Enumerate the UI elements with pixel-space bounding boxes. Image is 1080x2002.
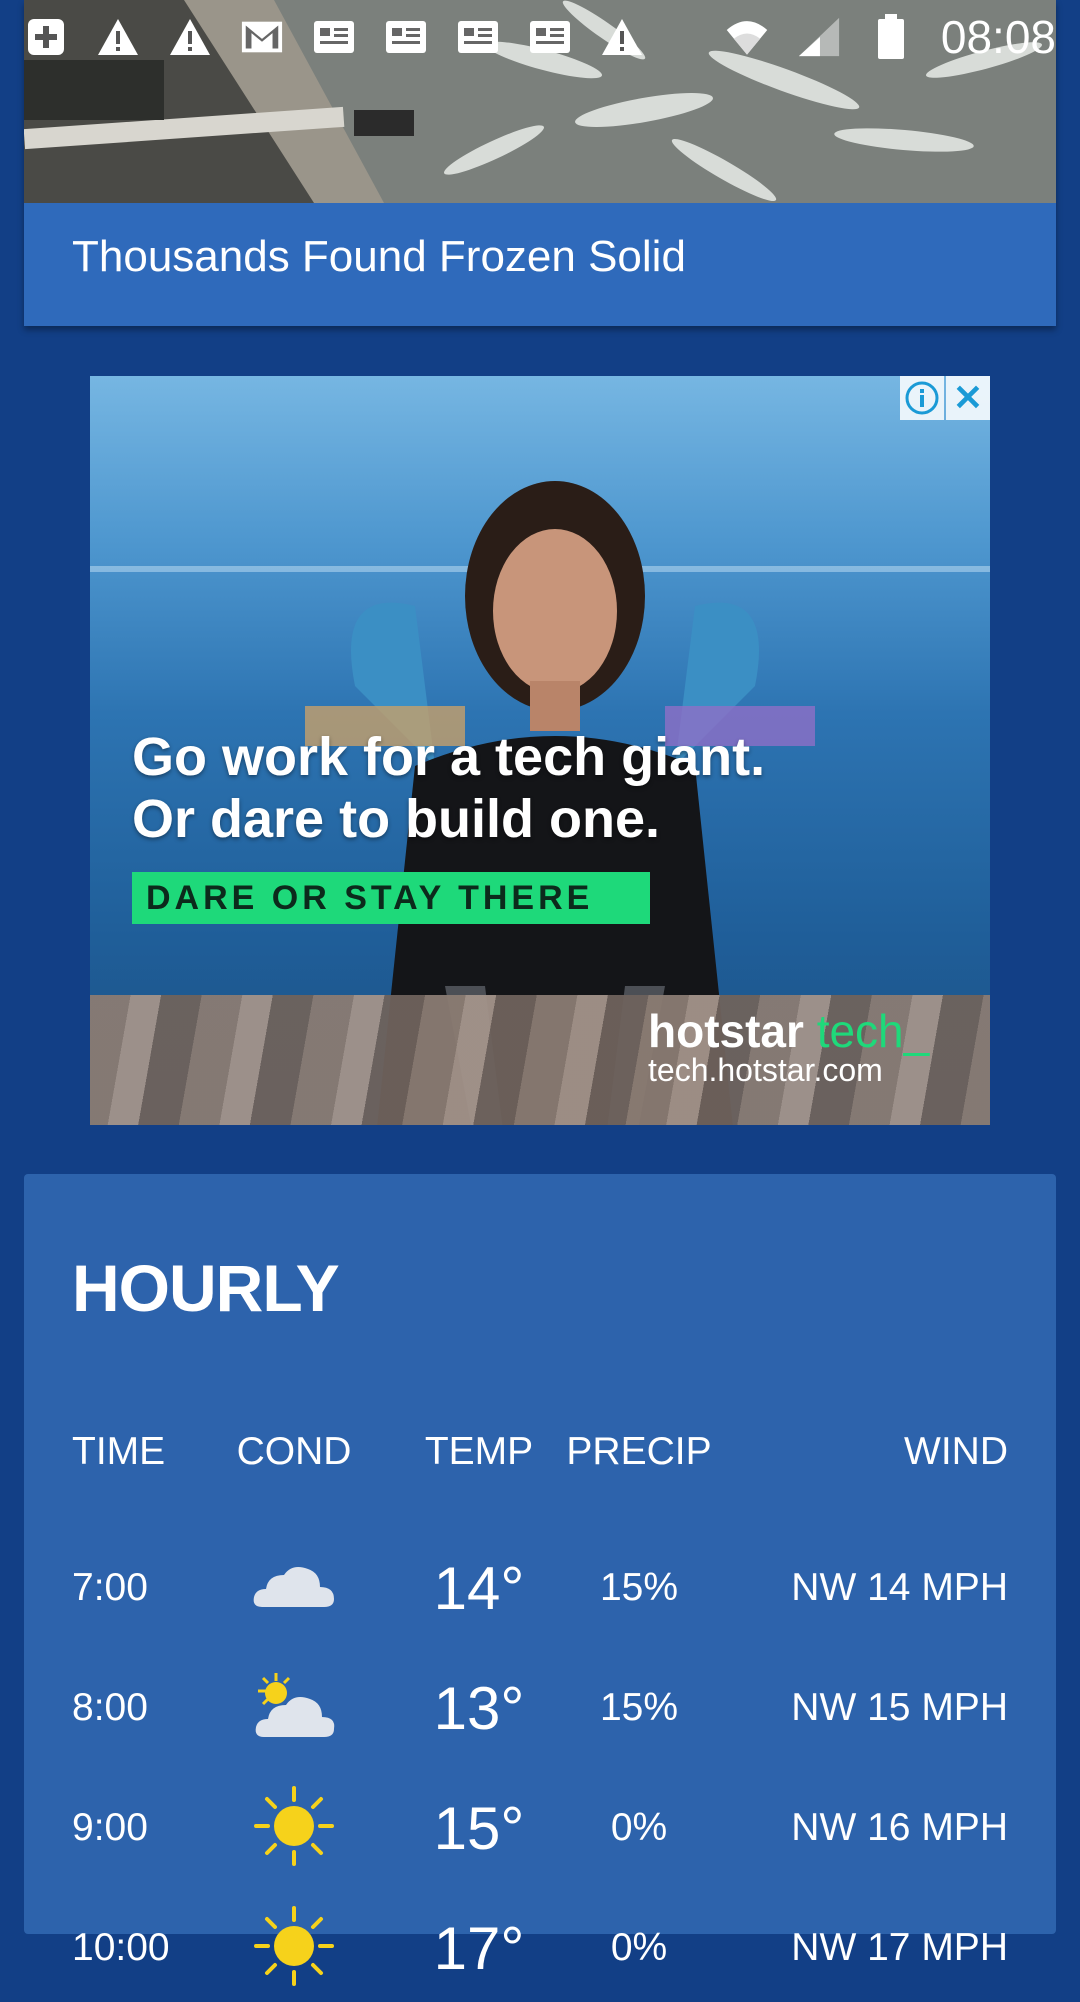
battery-icon (869, 14, 913, 59)
warning-icon (600, 15, 644, 59)
hourly-title: HOURLY (72, 1251, 340, 1325)
advertisement[interactable]: ✕ Go work for a tech giant. Or dare to b… (90, 376, 990, 1125)
row-wind: NW 15 MPH (791, 1686, 1008, 1729)
ad-headline-line2: Or dare to build one. (132, 789, 661, 849)
notification-icons (24, 15, 644, 59)
row-temp: 17° (433, 1915, 525, 1982)
row-precip: 15% (599, 1566, 679, 1609)
row-temp: 13° (433, 1675, 525, 1742)
hourly-row: 10:00 17° 0% NW 17 MPH (24, 1902, 1056, 2002)
row-precip: 0% (610, 1926, 668, 1969)
ad-close-icon[interactable]: ✕ (946, 376, 990, 420)
news-icon (528, 15, 572, 59)
ad-brand-logo: hotstar tech_ (648, 1004, 929, 1058)
hourly-row: 8:00 13° 15% NW 15 MPH (24, 1662, 1056, 1762)
hourly-card: HOURLY TIME COND TEMP PRECIP WIND 7:00 1… (24, 1174, 1056, 1986)
row-time: 8:00 (72, 1686, 148, 1729)
warning-icon (168, 15, 212, 59)
header-wind: WIND (904, 1430, 1008, 1473)
sunny-icon (234, 1906, 354, 1986)
add-box-icon (24, 15, 68, 59)
gmail-icon (240, 15, 284, 59)
partly-cloudy-icon (234, 1666, 354, 1746)
news-icon (384, 15, 428, 59)
ad-brand-accent: tech_ (816, 1005, 930, 1057)
clock: 08:08 (940, 11, 1056, 63)
row-time: 7:00 (72, 1566, 148, 1609)
row-time: 9:00 (72, 1806, 148, 1849)
cell-signal-icon (797, 15, 841, 59)
ad-cta-button[interactable]: DARE OR STAY THERE (132, 872, 650, 924)
row-precip: 0% (610, 1806, 668, 1849)
row-time: 10:00 (72, 1926, 170, 1969)
row-wind: NW 17 MPH (791, 1926, 1008, 1969)
ad-controls: ✕ (900, 376, 990, 420)
news-icon (312, 15, 356, 59)
news-icon (456, 15, 500, 59)
row-wind: NW 14 MPH (791, 1566, 1008, 1609)
ad-headline: Go work for a tech giant. Or dare to bui… (132, 726, 765, 850)
row-precip: 15% (599, 1686, 679, 1729)
ad-headline-line1: Go work for a tech giant. (132, 727, 766, 787)
ad-info-icon[interactable] (900, 376, 944, 420)
news-headline[interactable]: Thousands Found Frozen Solid (72, 232, 686, 282)
hourly-row: 7:00 14° 15% NW 14 MPH (24, 1542, 1056, 1642)
cloudy-icon (234, 1546, 354, 1626)
row-temp: 14° (433, 1555, 525, 1622)
sunny-icon (234, 1786, 354, 1866)
system-icons: 08:08 (725, 10, 1056, 64)
header-precip: PRECIP (566, 1430, 712, 1473)
header-cond: COND (236, 1430, 352, 1473)
status-bar: 08:08 (0, 0, 1080, 74)
wifi-icon (725, 15, 769, 59)
row-temp: 15° (433, 1795, 525, 1862)
header-temp: TEMP (424, 1430, 534, 1473)
ad-brand-main: hotstar (648, 1005, 804, 1057)
header-time: TIME (72, 1430, 166, 1473)
hourly-row: 9:00 15° 0% NW 16 MPH (24, 1782, 1056, 1882)
row-wind: NW 16 MPH (791, 1806, 1008, 1849)
warning-icon (96, 15, 140, 59)
ad-url[interactable]: tech.hotstar.com (648, 1052, 883, 1089)
